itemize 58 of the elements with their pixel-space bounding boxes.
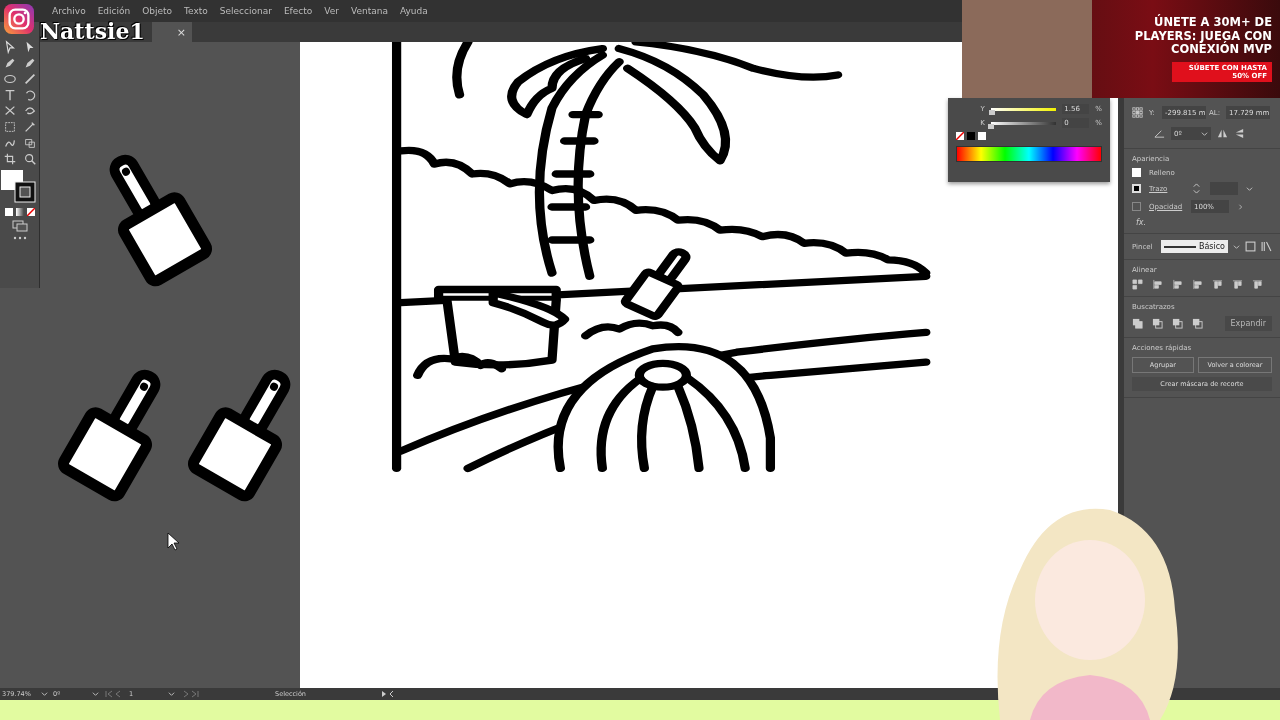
panel-icon[interactable] [1245, 241, 1256, 252]
fill-swatch[interactable] [1132, 168, 1141, 177]
color-swatch-icon[interactable] [4, 208, 13, 216]
align-icon[interactable] [1192, 279, 1203, 290]
align-icon[interactable] [1232, 279, 1243, 290]
menu-item[interactable]: Objeto [142, 6, 173, 16]
stepper-icon[interactable] [1191, 183, 1202, 194]
gradient-swatch-icon[interactable] [15, 208, 24, 216]
menu-item[interactable]: Ver [324, 6, 340, 16]
caret-icon[interactable] [168, 691, 175, 697]
camera-logo-icon [4, 4, 34, 34]
streamer-name: Nattsie1 [40, 18, 145, 44]
menu-item[interactable]: Ventana [351, 6, 388, 16]
pathfinder-icon[interactable] [1172, 318, 1183, 329]
cursor-icon [167, 532, 180, 551]
caret-icon[interactable] [41, 691, 48, 697]
caret-icon[interactable] [1246, 185, 1253, 192]
color-swatch-icon[interactable] [978, 132, 986, 140]
brush-dropdown[interactable]: Básico [1161, 240, 1228, 253]
slider-thumb[interactable] [988, 109, 995, 115]
caret-icon[interactable] [1233, 243, 1240, 250]
align-icon[interactable] [1152, 279, 1163, 290]
effects-button[interactable]: fx. [1132, 218, 1272, 227]
align-icon[interactable] [1252, 279, 1263, 290]
none-swatch-icon[interactable] [956, 132, 964, 140]
color-swatch-icon[interactable] [967, 132, 975, 140]
reference-point-icon[interactable] [1132, 107, 1143, 118]
menu-item[interactable]: Ayuda [400, 6, 428, 16]
menu-item[interactable]: Efecto [283, 6, 313, 16]
menu-item[interactable]: Seleccionar [219, 6, 272, 16]
fill-stroke-swatches-icon[interactable] [0, 170, 39, 204]
align-icon[interactable] [1172, 279, 1183, 290]
menu-item[interactable]: Texto [184, 6, 208, 16]
color-spectrum[interactable] [956, 146, 1102, 162]
menu-item[interactable]: Archivo [52, 6, 86, 16]
caret-icon[interactable] [92, 691, 99, 697]
pathfinder-icon[interactable] [1192, 318, 1203, 329]
none-swatch-icon[interactable] [26, 208, 35, 216]
ellipse-icon[interactable] [1, 72, 18, 86]
menu-item[interactable]: Edición [97, 6, 131, 16]
ad-headline: ÚNETE A 30M+ DE PLAYERS: JUEGA CON CONEXIÓN MVP [1133, 15, 1272, 58]
angle-icon [1154, 128, 1165, 139]
caret-icon [1201, 130, 1208, 137]
close-icon[interactable]: × [176, 25, 186, 39]
pathfinder-icon[interactable] [1152, 318, 1163, 329]
opacity-swatch[interactable] [1132, 202, 1141, 211]
slider-thumb[interactable] [987, 123, 994, 129]
align-icon[interactable] [1132, 279, 1143, 290]
stroke-swatch[interactable] [1132, 184, 1141, 193]
align-icon[interactable] [1212, 279, 1223, 290]
play-icon[interactable] [381, 690, 395, 698]
document-tab[interactable]: × [152, 22, 192, 42]
flip-horizontal-icon[interactable] [1217, 128, 1228, 139]
more-icon[interactable] [12, 236, 27, 240]
screen-mode-icon[interactable] [11, 220, 28, 232]
flip-vertical-icon[interactable] [1234, 128, 1245, 139]
pathfinder-icon[interactable] [1132, 318, 1143, 329]
brush-library-icon[interactable] [1261, 241, 1272, 252]
